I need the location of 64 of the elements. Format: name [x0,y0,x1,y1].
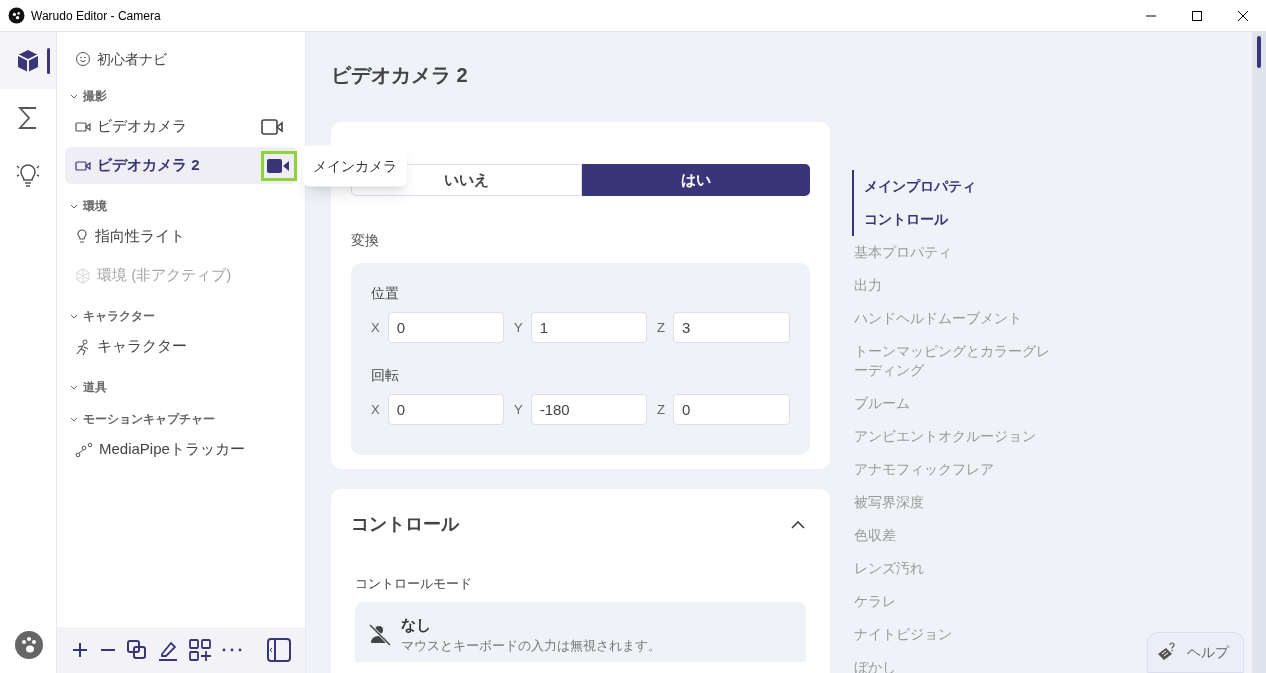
video-camera-icon [261,118,285,135]
tree-item[interactable]: ビデオカメラ 2 [65,147,297,184]
chevron-up-icon [790,518,806,531]
number-field[interactable]: -180 [530,394,647,425]
cube-icon [15,47,41,74]
group-header[interactable]: 道具 [65,377,297,397]
field-group-label: 位置 [371,284,400,303]
hexagon-icon [75,267,91,284]
group-header[interactable]: モーションキャプチャー [65,409,297,429]
option-description: マウスとキーボードの入力は無視されます。 [401,637,661,655]
number-field[interactable]: 3 [672,312,790,343]
close-icon [1238,10,1248,21]
help-button[interactable]: ヘルプ [1147,632,1244,673]
axis-label: Y [514,400,523,419]
add-icon[interactable] [71,641,89,659]
section-title: コントロール [351,513,459,536]
guide-item[interactable]: 初心者ナビ [65,44,297,74]
toggle-option[interactable]: はい [581,164,810,196]
axis-label: Y [514,318,523,337]
section-label: 変換 [351,231,380,250]
nodes-icon [75,441,93,458]
video-camera-icon [75,119,91,134]
lightbulb-icon [75,229,89,244]
axis-label: Z [657,400,665,419]
tree-item[interactable]: ビデオカメラ [65,108,297,145]
group-header[interactable]: 環境 [65,196,297,216]
window-title: Warudo Editor - Camera [31,7,161,25]
group-header[interactable]: キャラクター [65,306,297,326]
page-title: ビデオカメラ 2 [331,63,469,88]
tree-item[interactable]: MediaPipeトラッカー [65,431,297,468]
user-off-icon [369,623,391,646]
lightbulb-icon [15,161,41,188]
nav-link[interactable]: メインプロパティ [852,170,1062,203]
axis-label: X [371,318,380,337]
pencil-icon[interactable] [157,639,179,661]
number-field[interactable]: 0 [387,312,504,343]
tree-item[interactable]: キャラクター [65,328,297,365]
mode-option[interactable]: なし マウスとキーボードの入力は無視されます。 [355,601,806,662]
number-field[interactable]: 1 [530,312,647,343]
tooltip: メインカメラ [303,145,407,186]
duplicate-icon[interactable] [127,640,147,660]
tree-item[interactable]: 指向性ライト [65,218,297,255]
smiley-icon [75,51,91,67]
option-title: なし [401,614,432,635]
running-figure-icon [75,338,91,355]
collapse-panel-icon[interactable] [267,638,291,662]
sidebar-tab[interactable] [0,32,56,89]
video-camera-icon [267,157,291,174]
video-camera-icon [75,158,91,173]
add-grid-icon[interactable] [189,639,211,661]
more-icon[interactable] [221,647,243,653]
paw-logo-icon [15,631,43,659]
maximize-icon [1192,10,1202,21]
main-camera-toggle[interactable] [261,150,297,181]
number-field[interactable]: 0 [387,394,504,425]
field-label: コントロールモード [355,575,473,593]
axis-label: Z [657,318,665,337]
axis-label: X [371,400,380,419]
nav-link[interactable]: コントロール [852,203,1062,236]
field-group-label: 回転 [371,366,400,385]
number-field[interactable]: 0 [672,394,790,425]
scrollbar[interactable] [1252,32,1266,673]
group-header[interactable]: 撮影 [65,86,297,106]
app-logo-icon [8,7,25,24]
